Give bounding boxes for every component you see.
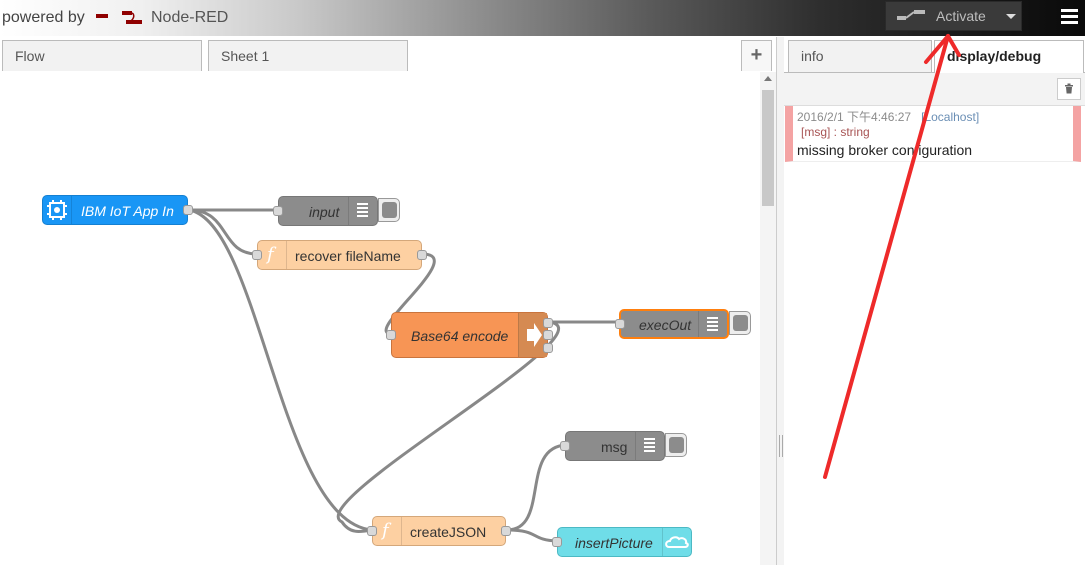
node-debug-execout[interactable]: execOut [615, 309, 729, 339]
debug-message-type: [msg] : string [801, 125, 870, 139]
add-tab-button[interactable]: + [741, 40, 772, 71]
node-label: msg [601, 439, 628, 455]
tab-label: Sheet 1 [221, 48, 270, 64]
node-label: input [309, 204, 340, 220]
debug-toggle-button[interactable] [378, 198, 400, 222]
tab-label: info [801, 48, 824, 64]
node-createjson[interactable]: f createJSON [367, 516, 511, 546]
output-port[interactable] [501, 526, 511, 536]
trash-icon [1065, 83, 1073, 94]
flow-canvas[interactable]: IBM IoT App In input f recover fileName … [0, 72, 760, 565]
input-port[interactable] [552, 537, 562, 547]
app-name: Node-RED [151, 9, 229, 26]
node-red-logo-icon [96, 11, 142, 24]
node-debug-input[interactable]: input [273, 196, 378, 226]
hamburger-line [1061, 21, 1078, 24]
powered-by-text: powered by [2, 9, 85, 26]
function-icon: f [373, 517, 402, 545]
deploy-button[interactable]: Activate [885, 1, 1022, 31]
debug-icon [348, 197, 377, 225]
node-label: execOut [639, 317, 692, 333]
debug-toolbar [784, 73, 1085, 106]
main-menu-button[interactable] [1052, 0, 1085, 32]
sidebar-tab-bar: info display/debug [784, 37, 1085, 73]
function-icon: f [258, 241, 287, 269]
tab-flow[interactable]: Flow [2, 40, 202, 71]
input-port[interactable] [615, 319, 625, 329]
header-bar: powered by Node-RED Activate [0, 0, 1085, 36]
node-label: recover fileName [295, 248, 401, 264]
input-port[interactable] [386, 330, 396, 340]
debug-source[interactable]: [Localhost] [921, 110, 979, 124]
hamburger-line [1061, 15, 1078, 18]
output-port[interactable] [543, 318, 553, 328]
sidebar: info display/debug 2016/2/1 下午4:46:27 [L… [784, 37, 1085, 565]
input-port[interactable] [273, 206, 283, 216]
debug-message-text: missing broker configuration [797, 142, 973, 158]
hamburger-menu-icon [1061, 9, 1078, 12]
node-label: insertPicture [575, 535, 653, 551]
node-base64-encode[interactable]: Base64 encode [386, 312, 553, 358]
input-port[interactable] [560, 441, 570, 451]
tab-label: Flow [15, 48, 45, 64]
output-port[interactable] [543, 330, 553, 340]
iot-chip-icon [43, 196, 72, 224]
canvas-scrollbar[interactable] [760, 72, 776, 565]
debug-timestamp: 2016/2/1 下午4:46:27 [797, 110, 912, 124]
node-insertpicture[interactable]: insertPicture [552, 527, 692, 557]
wire [506, 443, 567, 532]
debug-message[interactable]: 2016/2/1 下午4:46:27 [Localhost] [msg] : s… [785, 106, 1081, 162]
clear-debug-button[interactable] [1057, 78, 1081, 100]
node-label: IBM IoT App In [81, 203, 174, 219]
tab-sheet-1[interactable]: Sheet 1 [208, 40, 408, 71]
deploy-icon [897, 10, 925, 20]
output-port[interactable] [417, 250, 427, 260]
workspace-tab-bar: Flow Sheet 1 + [0, 37, 776, 73]
debug-message-meta: 2016/2/1 下午4:46:27 [Localhost] [797, 108, 979, 125]
output-port[interactable] [183, 205, 193, 215]
debug-toggle-button[interactable] [729, 311, 751, 335]
tab-label: display/debug [947, 48, 1042, 64]
scroll-up-icon[interactable] [764, 76, 772, 81]
debug-toggle-button[interactable] [665, 433, 687, 457]
node-debug-msg[interactable]: msg [560, 431, 665, 461]
sidebar-separator[interactable] [776, 37, 784, 565]
tab-info[interactable]: info [788, 40, 932, 72]
debug-icon [635, 432, 664, 460]
node-label: createJSON [410, 524, 487, 540]
node-ibm-iot-app-in[interactable]: IBM IoT App In [42, 195, 193, 225]
debug-icon [698, 311, 727, 337]
deploy-label: Activate [936, 8, 986, 24]
node-label: Base64 encode [411, 328, 509, 344]
wire [188, 208, 258, 256]
chevron-down-icon[interactable] [1006, 14, 1016, 19]
drag-handle-icon[interactable] [779, 435, 783, 457]
cloud-icon [662, 528, 691, 556]
tab-display-debug[interactable]: display/debug [934, 40, 1084, 73]
node-recover-filename[interactable]: f recover fileName [252, 240, 427, 270]
wire [506, 528, 558, 543]
scroll-thumb[interactable] [762, 90, 774, 206]
output-port[interactable] [543, 343, 553, 353]
